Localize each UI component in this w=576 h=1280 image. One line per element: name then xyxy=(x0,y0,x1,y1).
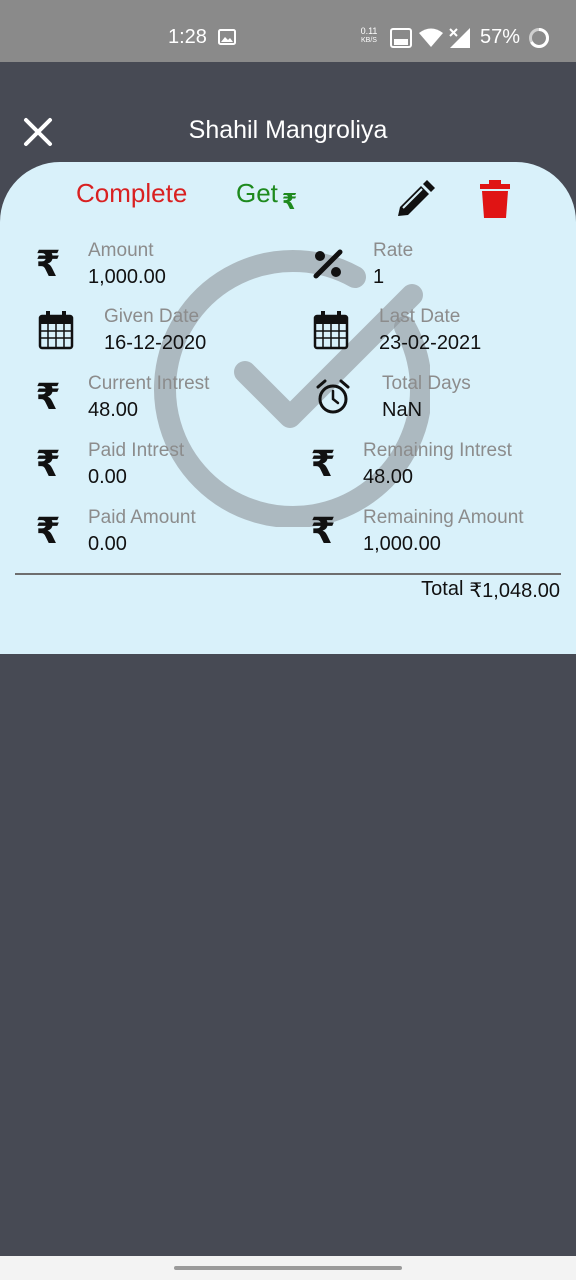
network-speed: 0.11 KB/S xyxy=(356,27,382,45)
network-speed-unit: KB/S xyxy=(361,37,377,44)
paid-amount-value: 0.00 xyxy=(88,533,127,555)
battery-icon xyxy=(529,28,549,48)
rate-label: Rate xyxy=(373,240,414,261)
get-payment-button[interactable]: Get ₹ xyxy=(236,178,297,214)
paid-interest-value: 0.00 xyxy=(88,466,127,488)
amount-value: 1,000.00 xyxy=(88,266,166,288)
given-date-label: Given Date xyxy=(104,306,200,327)
amount-label: Amount xyxy=(88,240,154,261)
remaining-interest-value: 48.00 xyxy=(363,466,414,488)
alarm-clock-icon xyxy=(316,379,350,414)
last-date-value: 23-02-2021 xyxy=(379,332,482,354)
rupee-icon: ₹ xyxy=(281,189,298,214)
current-interest-label: Current Intrest xyxy=(88,373,210,394)
battery-percent: 57% xyxy=(480,26,521,48)
rate-value: 1 xyxy=(373,266,385,288)
percent-icon xyxy=(313,249,343,279)
total-days-label: Total Days xyxy=(382,373,471,394)
rupee-icon: ₹ xyxy=(35,443,61,485)
delete-trash-icon[interactable] xyxy=(478,180,512,220)
total-value: ₹1,048.00 xyxy=(469,580,560,602)
rupee-icon: ₹ xyxy=(35,510,61,552)
signal-icon xyxy=(449,28,470,48)
volte-icon xyxy=(390,28,412,48)
calendar-icon xyxy=(313,311,349,350)
network-speed-value: 0.11 xyxy=(360,26,378,36)
remaining-interest-label: Remaining Intrest xyxy=(363,440,512,461)
rupee-icon: ₹ xyxy=(35,243,61,285)
paid-interest-label: Paid Intrest xyxy=(88,440,185,461)
rupee-icon: ₹ xyxy=(35,376,61,418)
paid-amount-label: Paid Amount xyxy=(88,507,196,528)
wifi-icon xyxy=(419,28,443,47)
divider xyxy=(15,573,561,575)
gallery-notification-icon xyxy=(218,29,236,45)
page-title: Shahil Mangroliya xyxy=(188,116,388,144)
edit-pencil-icon[interactable] xyxy=(394,180,436,220)
status-time: 1:28 xyxy=(168,26,207,48)
rupee-icon: ₹ xyxy=(310,510,336,552)
current-interest-value: 48.00 xyxy=(88,399,139,421)
get-button-label: Get xyxy=(236,178,278,208)
total-label: Total xyxy=(421,578,464,600)
remaining-amount-label: Remaining Amount xyxy=(363,507,524,528)
given-date-value: 16-12-2020 xyxy=(104,332,207,354)
total-summary: Total ₹1,048.00 xyxy=(421,578,560,603)
total-days-value: NaN xyxy=(382,399,423,421)
app-header: Shahil Mangroliya xyxy=(0,62,576,172)
gesture-handle[interactable] xyxy=(174,1266,402,1270)
calendar-icon xyxy=(38,311,74,350)
status-bar: 1:28 0.11 KB/S 57% xyxy=(0,0,576,62)
navigation-bar xyxy=(0,1256,576,1280)
complete-button[interactable]: Complete xyxy=(76,178,187,209)
loan-detail-card: Complete Get ₹ ₹ Amount 1,000.00 Rate 1 xyxy=(0,162,576,654)
last-date-label: Last Date xyxy=(379,306,461,327)
rupee-icon: ₹ xyxy=(310,443,336,485)
remaining-amount-value: 1,000.00 xyxy=(363,533,441,555)
